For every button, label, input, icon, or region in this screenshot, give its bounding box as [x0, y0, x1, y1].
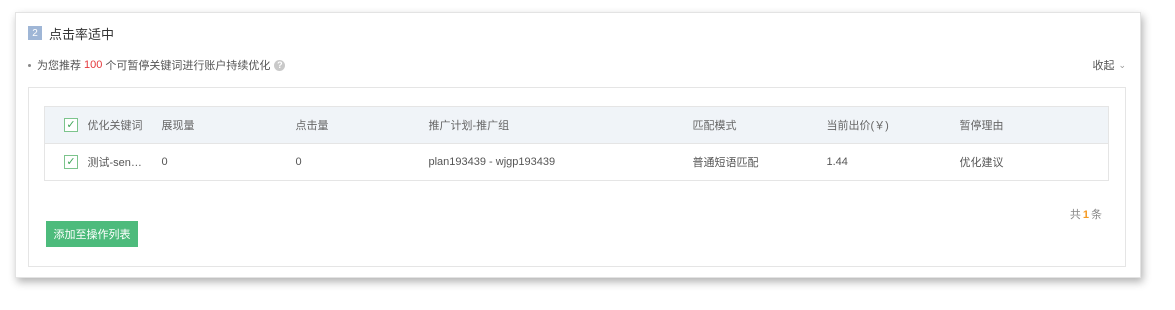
total-prefix: 共	[1069, 209, 1081, 221]
select-all-cell: ✓	[45, 107, 87, 144]
section-header: 2 点击率适中	[28, 25, 115, 42]
recommendation-tip: 为您推荐 100 个可暂停关键词进行账户持续优化 ?	[28, 57, 286, 73]
tip-prefix: 为您推荐	[37, 60, 81, 72]
check-icon: ✓	[66, 118, 76, 131]
cell-clicks: 0	[295, 156, 302, 168]
total-count: 共1条	[1070, 206, 1102, 222]
chevron-down-icon: ⌄	[1118, 59, 1126, 70]
header-current-bid[interactable]: 当前出价(￥)	[826, 107, 959, 144]
total-number: 1	[1082, 209, 1089, 221]
cell-keyword: 测试-sen…	[87, 157, 142, 169]
suggestion-card: 2 点击率适中 为您推荐 100 个可暂停关键词进行账户持续优化 ? 收起 ⌄ …	[15, 12, 1141, 278]
collapse-label: 收起	[1092, 60, 1115, 72]
header-pause-reason[interactable]: 暂停理由	[959, 107, 1109, 144]
header-clicks[interactable]: 点击量	[295, 107, 428, 144]
header-plan-group[interactable]: 推广计划-推广组	[428, 107, 692, 144]
cell-impressions: 0	[161, 156, 168, 168]
collapse-toggle[interactable]: 收起 ⌄	[1092, 57, 1126, 73]
table-row: ✓ 测试-sen… 0 0 plan193439 - wjgp193439 普通…	[44, 143, 1109, 181]
add-to-operation-list-button[interactable]: 添加至操作列表	[46, 221, 138, 247]
header-impressions[interactable]: 展现量	[161, 107, 295, 144]
help-icon[interactable]: ?	[274, 59, 286, 71]
cell-match-mode: 普通短语匹配	[692, 157, 759, 169]
cell-current-bid: 1.44	[826, 156, 848, 168]
keyword-panel: ✓ 优化关键词 展现量 点击量 推广计划-推广组 匹配模式 当前出价(￥) 暂停…	[28, 87, 1126, 267]
header-keyword[interactable]: 优化关键词	[87, 107, 161, 144]
cell-pause-reason: 优化建议	[959, 157, 1004, 169]
bullet-icon	[28, 63, 31, 67]
cell-plan-group: plan193439 - wjgp193439	[428, 156, 556, 168]
row-select-cell: ✓	[45, 144, 87, 181]
tip-count: 100	[84, 59, 103, 71]
total-suffix: 条	[1091, 209, 1102, 221]
table-header-row: ✓ 优化关键词 展现量 点击量 推广计划-推广组 匹配模式 当前出价(￥) 暂停…	[44, 106, 1109, 144]
section-title: 点击率适中	[49, 26, 115, 42]
select-all-checkbox[interactable]: ✓	[64, 118, 78, 132]
check-icon: ✓	[66, 155, 76, 168]
tip-suffix: 个可暂停关键词进行账户持续优化	[105, 60, 271, 72]
header-match-mode[interactable]: 匹配模式	[692, 107, 826, 144]
section-number-badge: 2	[28, 26, 42, 40]
row-checkbox[interactable]: ✓	[64, 155, 78, 169]
keyword-table: ✓ 优化关键词 展现量 点击量 推广计划-推广组 匹配模式 当前出价(￥) 暂停…	[44, 106, 1109, 181]
